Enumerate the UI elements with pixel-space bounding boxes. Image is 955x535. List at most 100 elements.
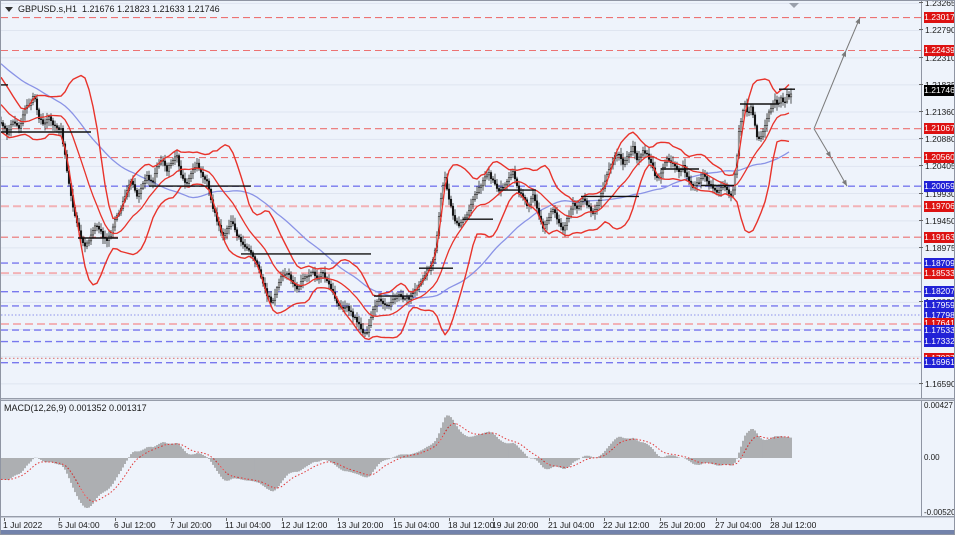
chart-window: GBPUSD.s,H1 1.21676 1.21823 1.21633 1.21… [0,0,955,535]
candle-body [686,173,688,177]
candle-body [578,206,580,208]
candle-body [510,175,512,178]
macd-indicator-canvas[interactable] [1,401,921,516]
candle-body [42,120,44,124]
candle-body [556,213,558,219]
candle-body [412,293,414,294]
price-tick-label: 1.19450 [925,216,955,226]
time-tick-label: 12 Jul 12:00 [281,520,327,530]
candle-body [138,194,140,197]
projection-arrow-head [826,151,831,157]
macd-axis-label: -0.005202 [924,508,955,517]
candle-body [660,173,662,177]
candle-body [740,121,742,131]
candle-body [184,179,186,183]
time-tick-mark [549,518,550,521]
candle-body [764,126,766,132]
candle-body [20,124,22,129]
candle-body [54,125,56,126]
chart-dropdown-icon[interactable] [5,7,13,12]
candle-body [586,201,588,205]
candle-body [688,177,690,181]
candle-body [726,187,728,190]
candle-body [646,153,648,154]
main-chart-canvas[interactable] [1,1,921,398]
candle-body [150,180,152,181]
candle-body [48,117,50,120]
candle-body [514,172,516,179]
time-tick-label: 1 Jul 2022 [3,520,42,530]
time-tick-mark [226,518,227,521]
price-tick-label: 1.22790 [925,25,955,35]
candle-body [4,126,6,128]
support-resistance-segments [1,85,795,296]
projection-arrow-line[interactable] [814,51,846,129]
candle-body [238,236,240,237]
candle-body [170,164,172,166]
candle-body [508,178,510,182]
current-price-badge: 1.21746 [924,85,955,96]
time-tick-label: 18 Jul 12:00 [448,520,494,530]
panel-splitter[interactable] [1,398,955,401]
candle-body [134,185,136,191]
candle-body [574,203,576,206]
candle-body [468,210,470,215]
candle-body [588,205,590,207]
candle-body [560,223,562,227]
candle-body [232,222,234,224]
candle-body [310,273,312,276]
candle-body [362,329,364,333]
candle-body [136,190,138,196]
candle-body [286,273,288,275]
candle-body [192,170,194,174]
chart-title-bar: GBPUSD.s,H1 1.21676 1.21823 1.21633 1.21… [5,4,220,14]
candle-body [270,297,272,303]
candle-body [6,128,8,134]
price-axis[interactable]: 1.232651.227901.223101.218351.213601.208… [921,1,955,518]
scroll-position-marker-icon[interactable] [789,3,799,8]
candle-body [700,179,702,183]
candle-body [86,243,88,246]
time-axis[interactable]: 1 Jul 20225 Jul 04:006 Jul 12:007 Jul 20… [1,518,955,530]
candle-body [242,242,244,245]
candle-body [720,188,722,191]
candle-body [248,248,250,250]
candle-body [402,297,404,299]
candle-body [278,283,280,288]
candle-body [478,188,480,193]
candle-body [706,177,708,182]
candle-body [774,100,776,104]
candle-body [274,294,276,300]
candle-body [678,170,680,172]
candle-body [188,179,190,184]
candle-body [354,317,356,318]
candle-body [496,184,498,189]
candle-body [40,119,42,120]
candle-body [512,172,514,175]
macd-indicator-label: MACD(12,26,9) 0.001352 0.001317 [4,403,147,413]
candle-body [762,131,764,137]
candle-body [642,151,644,155]
candle-body [152,181,154,182]
time-tick-mark [660,518,661,521]
candle-body [582,199,584,202]
candle-body [226,229,228,234]
time-tick-label: 6 Jul 12:00 [114,520,156,530]
candle-body [22,115,24,124]
candle-body [596,206,598,210]
candle-body [250,250,252,252]
price-tick-label: 1.23265 [925,0,955,8]
candle-body [576,206,578,209]
candle-body [84,243,86,246]
price-tick-mark [919,383,923,384]
candle-body [758,137,760,139]
candle-body [44,123,46,124]
time-tick-label: 21 Jul 04:00 [548,520,594,530]
candle-body [114,220,116,227]
time-tick-label: 15 Jul 04:00 [393,520,439,530]
candle-body [98,226,100,229]
candle-body [306,276,308,277]
candle-body [50,117,52,121]
candle-body [374,306,376,310]
price-tick-mark [919,111,923,112]
